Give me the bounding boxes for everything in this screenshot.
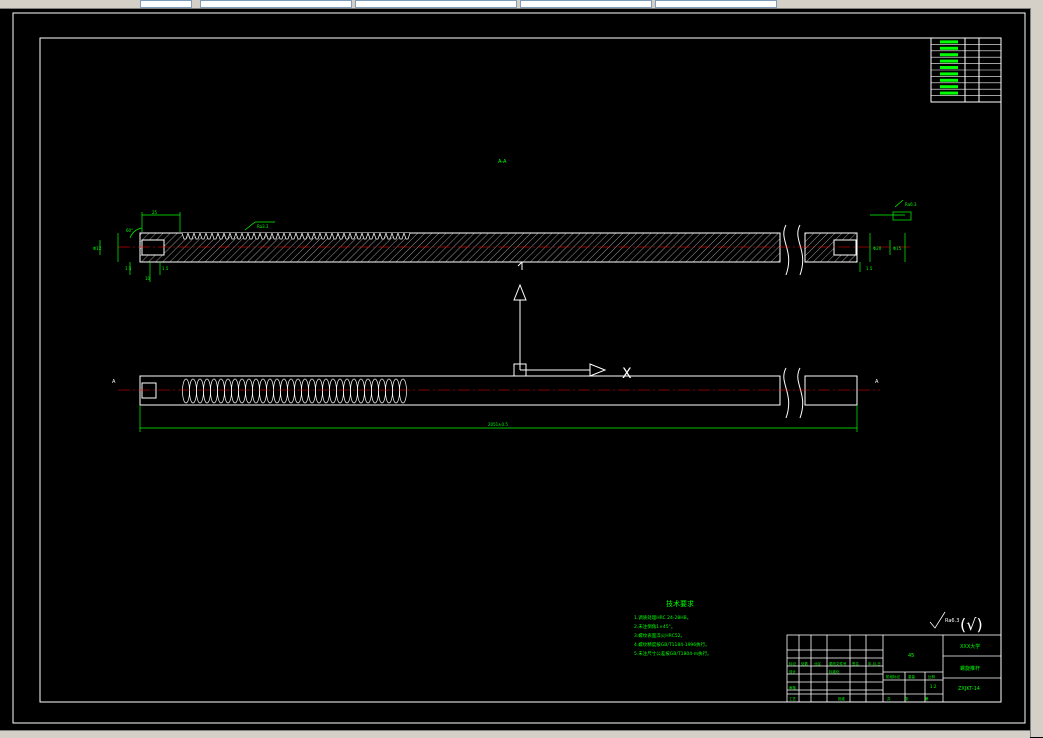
tb-signature: 签名: [852, 661, 859, 666]
cut-mark-left: A: [112, 379, 116, 385]
tb-scale: 1:2: [930, 684, 937, 689]
thread-coil: [350, 378, 358, 404]
tb-ratio: 比例: [928, 674, 936, 679]
dim-overall-length: 2051±0.5: [488, 422, 508, 427]
tb-weight: 重量: [908, 674, 916, 679]
revision-table: [930, 37, 1002, 103]
dim-right-b: Φ15: [893, 246, 902, 251]
thread-coil: [252, 378, 260, 404]
overall-dim: [139, 405, 858, 432]
thread-coil: [189, 378, 197, 404]
roughness-paren: (√): [960, 615, 983, 634]
tb-count: 处数: [801, 661, 809, 666]
tb-mark: 标记: [789, 661, 797, 666]
revision-row-text: [940, 78, 958, 82]
drawing-canvas[interactable]: A-A 25 Φ12 1.5 10 1.5 60° Ra3.2 Ra6.3 Φ2…: [0, 0, 1030, 730]
revision-row-text: [940, 46, 958, 50]
thread-coil: [294, 378, 302, 404]
thread-coil: [231, 378, 239, 404]
dim-small-c: 10: [145, 276, 151, 281]
thread-coil: [364, 378, 372, 404]
tech-req-title: 技术要求: [666, 599, 694, 608]
tb-zone: 分区: [814, 661, 822, 666]
revision-row-text: [940, 85, 958, 89]
vertical-scrollbar[interactable]: [1030, 8, 1043, 737]
tb-sheet-total: 共: [887, 696, 891, 701]
thread-coil: [203, 378, 211, 404]
thread-coil: [392, 378, 400, 404]
roughness-symbol: [929, 611, 946, 629]
tech-req-1: 1.调质处理HRC 24-28HB。: [634, 614, 691, 621]
tb-process: 工艺: [789, 696, 797, 701]
thread-coil: [245, 378, 253, 404]
dim-hole-depth: 25: [152, 210, 158, 215]
tb-designer: 设计: [789, 669, 797, 674]
tb-page: 第: [925, 696, 929, 701]
thread-coil: [343, 378, 351, 404]
thread-coil: [287, 378, 295, 404]
revision-row-text: [940, 53, 958, 57]
thread-coil: [336, 378, 344, 404]
tb-stage: 阶段标记: [886, 674, 900, 679]
tech-req-4: 4.螺纹精度按GB/T1184-1996执行。: [634, 641, 710, 648]
revision-row-text: [940, 40, 958, 44]
dim-hole-dia: Φ12: [93, 246, 102, 251]
tb-approve: 批准: [838, 696, 846, 701]
roughness-end: Ra6.3: [905, 202, 917, 207]
tech-req-5: 5.未注尺寸公差按GB/T1804-m执行。: [634, 650, 712, 657]
revision-row-text: [940, 66, 958, 69]
thread-coil: [224, 378, 232, 404]
ucs-icon: [513, 261, 607, 377]
roughness-thread: Ra3.2: [257, 224, 269, 229]
thread-coil: [273, 378, 281, 404]
revision-row-text: [940, 91, 958, 95]
thread-coil: [259, 378, 267, 404]
thread-coil: [266, 378, 274, 404]
dim-small-a: 1.5: [125, 266, 132, 271]
thread-coil: [385, 378, 393, 404]
thread-coil: [280, 378, 288, 404]
revision-row-text: [940, 72, 958, 76]
thread-coil: [322, 378, 330, 404]
tb-part-name: 螺旋推杆: [960, 665, 980, 672]
thread-coil: [371, 378, 379, 404]
tech-req-2: 2.未注倒角1×45°。: [634, 623, 675, 630]
revision-row-text: [940, 59, 958, 63]
cut-mark-right: A: [875, 379, 879, 385]
thread-coil: [378, 378, 386, 404]
dim-angle: 60°: [126, 228, 133, 233]
tb-sheet-no: 张: [905, 696, 909, 701]
thread-coil: [301, 378, 309, 404]
tech-req-3: 3.螺纹表面淬火HRC52。: [634, 632, 685, 639]
dim-right-c: 1.5: [866, 266, 873, 271]
tb-date: 年.月.日: [868, 661, 881, 666]
thread-coil: [308, 378, 316, 404]
tb-change-doc: 更改文件号: [829, 661, 847, 666]
tb-checker: 审核: [789, 685, 797, 690]
axis-x-label: X: [622, 366, 632, 382]
section-label: A-A: [498, 159, 507, 165]
front-view: [118, 367, 880, 419]
thread-coil: [329, 378, 337, 404]
dim-right-a: Φ20: [873, 246, 882, 251]
thread-coil: [210, 378, 218, 404]
outer-frame: [12, 12, 1026, 724]
roughness-value: Ra6.3: [945, 618, 959, 624]
thread-coil: [315, 378, 323, 404]
tb-drawing-no: ZXJKT-14: [958, 686, 980, 692]
section-view: [118, 224, 910, 276]
thread-coil: [238, 378, 246, 404]
thread-coil: [196, 378, 204, 404]
dim-small-b: 1.5: [162, 266, 169, 271]
tb-std: 标准化: [829, 669, 840, 674]
tb-school: XXX大学: [960, 643, 980, 650]
thread-coil: [357, 378, 365, 404]
thread-coil: [399, 378, 407, 404]
thread-coil: [182, 378, 190, 404]
thread-coil: [217, 378, 225, 404]
dims-right: [859, 199, 912, 272]
tb-material: 45: [908, 653, 914, 659]
